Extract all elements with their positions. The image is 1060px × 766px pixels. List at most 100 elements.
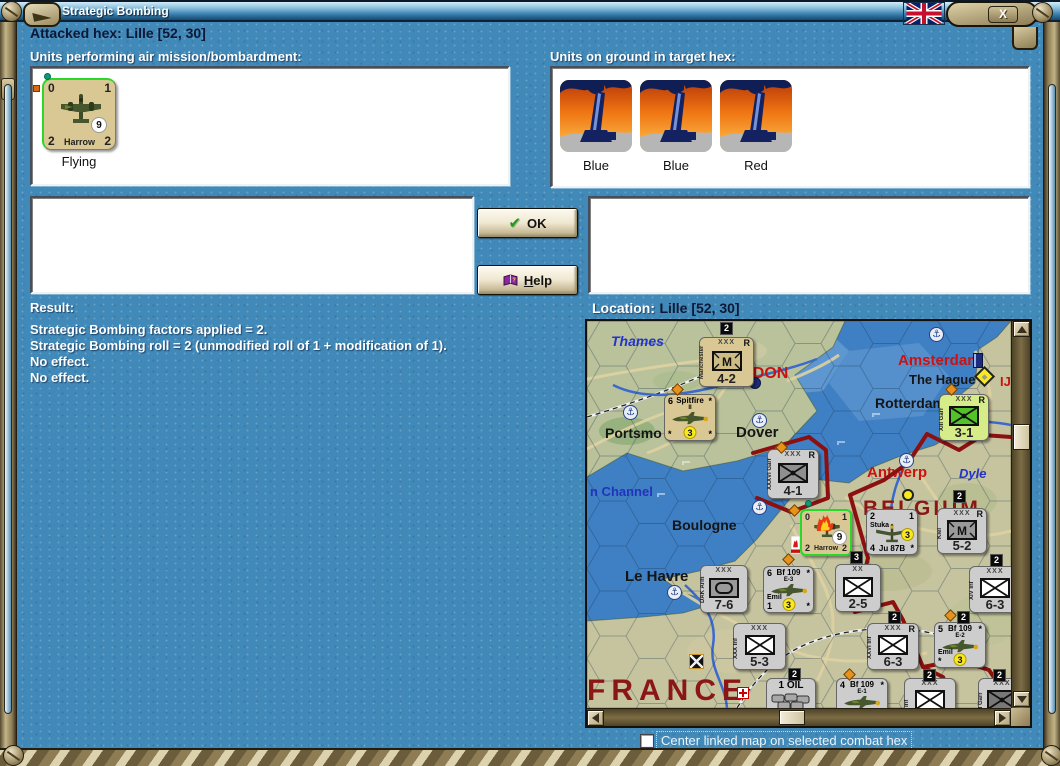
attacked-hex-line: Attacked hex: Lille [52, 30] <box>30 25 206 41</box>
factory-label: Blue <box>582 158 610 173</box>
factory-label: Blue <box>662 158 690 173</box>
air-units-label: Units performing air mission/bombardment… <box>30 49 302 64</box>
frame-tab <box>1012 27 1038 50</box>
unit-reserve-flag: R <box>908 624 916 634</box>
unit-counter-garrbottom[interactable]: XXX VII Garr <box>978 678 1011 708</box>
map-viewport[interactable]: Thames LONDON Amsterdam The Hague IJ Rot… <box>587 321 1011 708</box>
anchor-icon: ⚓ <box>623 405 638 420</box>
vertical-scroll-thumb[interactable] <box>1013 424 1030 450</box>
air-model: II <box>688 405 692 411</box>
stack-badge: 2 <box>990 554 1003 567</box>
svg-text:M: M <box>957 524 967 538</box>
unit-step-tr: 1 <box>841 512 847 522</box>
svg-text:?: ? <box>512 277 516 283</box>
unit-counter-kiel[interactable]: XXX R Kiel M 5-2 <box>937 508 987 554</box>
unit-strength: 6-3 <box>985 597 1005 612</box>
map-label-dyle: Dyle <box>959 466 987 481</box>
unit-reserve-flag: R <box>976 509 984 519</box>
left-info-panel <box>30 196 474 294</box>
unit-strength: 6-3 <box>883 654 903 669</box>
horizontal-scroll-thumb[interactable] <box>779 710 805 725</box>
factory-unit-icon[interactable] <box>640 80 712 152</box>
help-button[interactable]: ? Help <box>477 265 578 295</box>
unit-counter-inf53[interactable]: XXX XXX Inf 5-3 <box>733 623 786 670</box>
infantry-symbol <box>980 578 1010 599</box>
unit-counter-bf109e1[interactable]: 4 Bf 109 * E-1 <box>836 678 888 708</box>
frame-left <box>0 22 17 748</box>
location-label: Location: <box>592 300 655 316</box>
chevron-right-icon <box>999 713 1006 723</box>
stack-badge: 2 <box>957 611 970 624</box>
unit-counter-bf109e3[interactable]: 6 Bf 109 * E-3 Emil 1 3 * <box>763 566 814 613</box>
unit-counter-inf63xiv[interactable]: XXX XIV Inf 6-3 <box>969 566 1011 613</box>
stack-badge: 3 <box>850 551 863 564</box>
unit-counter-garr31[interactable]: XXX R XIII Garr 3-1 <box>939 394 989 441</box>
oil-name: OIL <box>786 680 804 691</box>
result-line: Strategic Bombing factors applied = 2. <box>30 322 268 337</box>
unit-counter-infbottom[interactable]: XXX Inf <box>904 678 956 708</box>
wave-mark <box>872 413 880 417</box>
unit-counter-manchester[interactable]: XXX R Manchester M 4-2 <box>699 337 754 387</box>
unit-reserve-flag: R <box>808 450 816 460</box>
result-lines: Strategic Bombing factors applied = 2. S… <box>30 322 447 386</box>
fighter-plane-icon <box>843 696 881 708</box>
scroll-right-button[interactable] <box>994 710 1011 726</box>
garrison-symbol <box>987 690 1011 708</box>
infantry-symbol <box>744 635 775 656</box>
result-line: No effect. <box>30 354 90 369</box>
factory-unit-icon[interactable] <box>560 80 632 152</box>
unit-counter-harrow-map[interactable]: 0 1 9 2 Harrow 2 <box>800 509 852 556</box>
svg-text:M: M <box>722 355 732 369</box>
flames-icon <box>815 514 837 531</box>
unit-step-tr: 1 <box>104 81 111 95</box>
frame-gloss-bar <box>1048 84 1056 714</box>
scroll-left-button[interactable] <box>587 710 604 726</box>
air-step: 1 <box>767 601 773 611</box>
air-nickname: Emil <box>938 649 953 656</box>
unit-counter-dak[interactable]: XXX DAK Arm 7-6 <box>700 565 748 613</box>
close-icon[interactable]: X <box>988 6 1018 23</box>
scroll-down-button[interactable] <box>1013 691 1030 707</box>
anchor-icon: ⚓ <box>752 413 767 428</box>
unit-counter-harrow[interactable]: 0 1 9 2 Harrow 2 <box>42 78 116 150</box>
unit-counter-oil[interactable]: 1 OIL <box>766 678 816 708</box>
center-map-checkbox[interactable] <box>640 734 654 748</box>
stack-badge: 2 <box>993 669 1006 682</box>
unit-strength: 5-2 <box>952 538 972 553</box>
unit-name: Inf <box>904 699 910 707</box>
air-star: * <box>668 429 672 439</box>
anchor-icon: ⚓ <box>667 585 682 600</box>
air-badge: 3 <box>683 426 697 439</box>
frame-bottom <box>0 748 1060 766</box>
air-badge: 3 <box>953 653 967 666</box>
air-star: * <box>708 429 712 439</box>
linked-map[interactable]: Thames LONDON Amsterdam The Hague IJ Rot… <box>585 319 1032 728</box>
hit-marker-icon <box>790 535 801 559</box>
unit-counter-inf63xxvi[interactable]: XXX R XXVI Inf 6-3 <box>867 623 919 670</box>
unit-counter-garr41[interactable]: XXX R XXXVI Garr 4-1 <box>767 449 819 499</box>
air-star: * <box>938 656 942 666</box>
attacked-hex-label: Attacked hex: <box>30 25 122 41</box>
air-step: 1 <box>908 511 914 521</box>
scroll-up-button[interactable] <box>1013 321 1030 337</box>
window-menu-button[interactable] <box>23 2 61 27</box>
unit-counter-bf109e2[interactable]: 5 Bf 109 * E-2 Emil * 3 <box>934 622 986 668</box>
map-horizontal-scrollbar[interactable] <box>587 708 1011 726</box>
rivet-icon <box>1 1 22 22</box>
unit-counter-spitfire[interactable]: 6 Spitfire * II * 3 * <box>664 394 716 441</box>
air-badge: 3 <box>782 598 795 611</box>
map-vertical-scrollbar[interactable] <box>1011 321 1030 708</box>
factory-unit-icon[interactable] <box>720 80 792 152</box>
ok-button[interactable]: ✔ OK <box>477 208 578 238</box>
unit-strength: 5-3 <box>750 654 769 669</box>
infantry-symbol <box>915 690 945 708</box>
stack-dot-teal <box>44 73 51 80</box>
unit-strength: 2-5 <box>848 596 868 611</box>
infantry-symbol <box>843 576 873 597</box>
ok-button-label: OK <box>527 215 547 231</box>
city-unit-symbol: M <box>947 519 977 540</box>
rivet-icon <box>1032 2 1053 23</box>
unit-counter-xx25[interactable]: XX 2-5 <box>835 564 881 612</box>
air-star: * <box>806 601 810 611</box>
unit-counter-stuka[interactable]: 2 1 Stuka 3 4 Ju 87B * <box>866 509 918 555</box>
